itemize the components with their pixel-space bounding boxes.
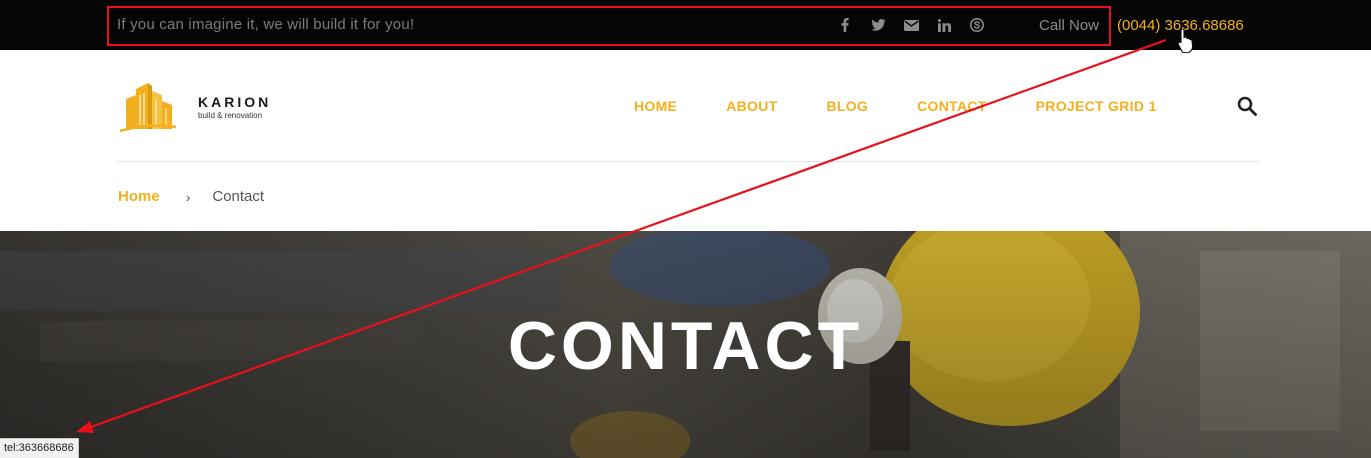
nav-item-home[interactable]: HOME <box>634 98 677 114</box>
building-logo-icon <box>119 83 177 133</box>
nav-item-contact[interactable]: CONTACT <box>917 98 987 114</box>
search-icon[interactable] <box>1237 96 1257 121</box>
linkedin-icon[interactable] <box>935 17 953 33</box>
brand-logo[interactable]: KARION build & renovation <box>118 81 278 133</box>
facebook-icon[interactable] <box>836 17 854 33</box>
breadcrumb-home-link[interactable]: Home <box>118 188 160 205</box>
phone-link[interactable]: (0044) 3636.68686 <box>1117 17 1244 34</box>
top-bar: If you can imagine it, we will build it … <box>0 0 1371 50</box>
call-now-label: Call Now <box>1039 17 1100 34</box>
top-bar-tagline: If you can imagine it, we will build it … <box>117 16 415 33</box>
brand-tagline: build & renovation <box>198 111 263 120</box>
brand-name: KARION <box>198 94 272 110</box>
breadcrumb: Home › Contact <box>118 188 264 205</box>
breadcrumb-separator: › <box>185 188 191 205</box>
breadcrumb-current: Contact <box>212 188 265 205</box>
page-title: CONTACT <box>507 308 864 384</box>
header-divider <box>118 161 1258 162</box>
envelope-icon[interactable] <box>902 17 920 33</box>
hero-banner: CONTACT <box>0 231 1371 458</box>
social-links <box>836 17 986 33</box>
nav-item-blog[interactable]: BLOG <box>826 98 868 114</box>
skype-icon[interactable] <box>968 17 986 33</box>
status-bar-link-preview: tel:363668686 <box>0 438 79 458</box>
nav-item-about[interactable]: ABOUT <box>726 98 777 114</box>
main-nav: HOME ABOUT BLOG CONTACT PROJECT GRID 1 <box>634 98 1157 114</box>
nav-item-project-grid[interactable]: PROJECT GRID 1 <box>1036 98 1157 114</box>
twitter-icon[interactable] <box>869 17 887 33</box>
